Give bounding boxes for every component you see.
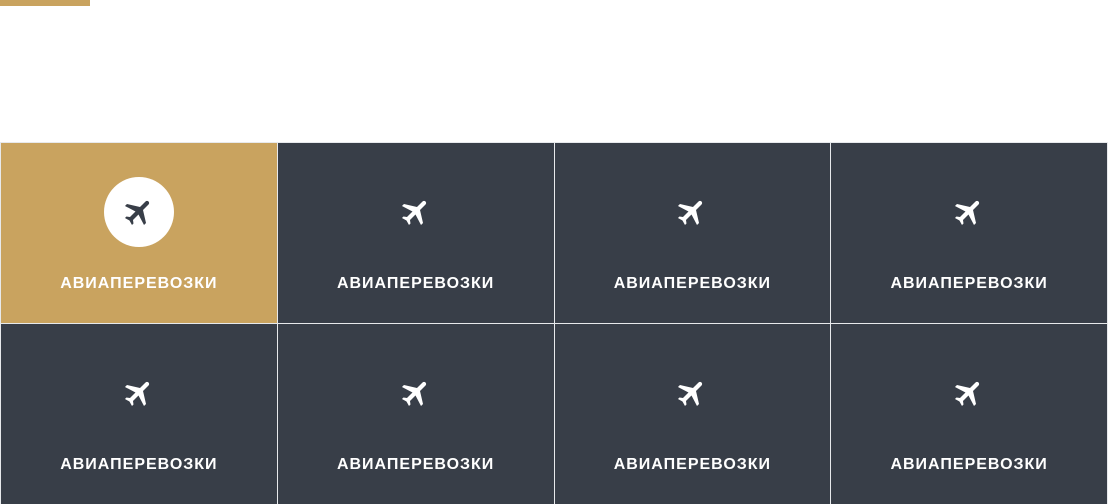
service-label: АВИАПЕРЕВОЗКИ: [336, 275, 495, 292]
service-tile-3[interactable]: АВИАПЕРЕВОЗКИ: [554, 143, 831, 323]
services-grid: АВИАПЕРЕВОЗКИ АВИАПЕРЕВОЗКИ АВИАПЕРЕВОЗК…: [0, 142, 1108, 504]
service-label: АВИАПЕРЕВОЗКИ: [890, 456, 1048, 473]
service-label: АВИАПЕРЕВОЗКИ: [613, 456, 772, 473]
service-label: АВИАПЕРЕВОЗКИ: [613, 275, 772, 292]
airplane-icon: [381, 358, 451, 428]
service-tile-1[interactable]: АВИАПЕРЕВОЗКИ: [1, 143, 277, 323]
service-tile-4[interactable]: АВИАПЕРЕВОЗКИ: [831, 143, 1107, 323]
airplane-icon: [104, 358, 174, 428]
airplane-icon: [103, 177, 174, 247]
airplane-icon: [657, 358, 727, 428]
service-tile-7[interactable]: АВИАПЕРЕВОЗКИ: [554, 324, 831, 504]
airplane-icon: [934, 177, 1004, 247]
service-tile-8[interactable]: АВИАПЕРЕВОЗКИ: [831, 324, 1107, 504]
service-label: АВИАПЕРЕВОЗКИ: [890, 275, 1048, 292]
service-label: АВИАПЕРЕВОЗКИ: [60, 275, 218, 292]
service-tile-6[interactable]: АВИАПЕРЕВОЗКИ: [277, 324, 554, 504]
airplane-icon: [381, 177, 451, 247]
services-page: АВИАПЕРЕВОЗКИ АВИАПЕРЕВОЗКИ АВИАПЕРЕВОЗК…: [0, 0, 1108, 504]
service-tile-5[interactable]: АВИАПЕРЕВОЗКИ: [1, 324, 277, 504]
service-tile-2[interactable]: АВИАПЕРЕВОЗКИ: [277, 143, 554, 323]
service-label: АВИАПЕРЕВОЗКИ: [336, 456, 495, 473]
airplane-icon: [934, 358, 1004, 428]
airplane-icon: [657, 177, 727, 247]
accent-bar: [0, 0, 90, 6]
service-label: АВИАПЕРЕВОЗКИ: [60, 456, 218, 473]
